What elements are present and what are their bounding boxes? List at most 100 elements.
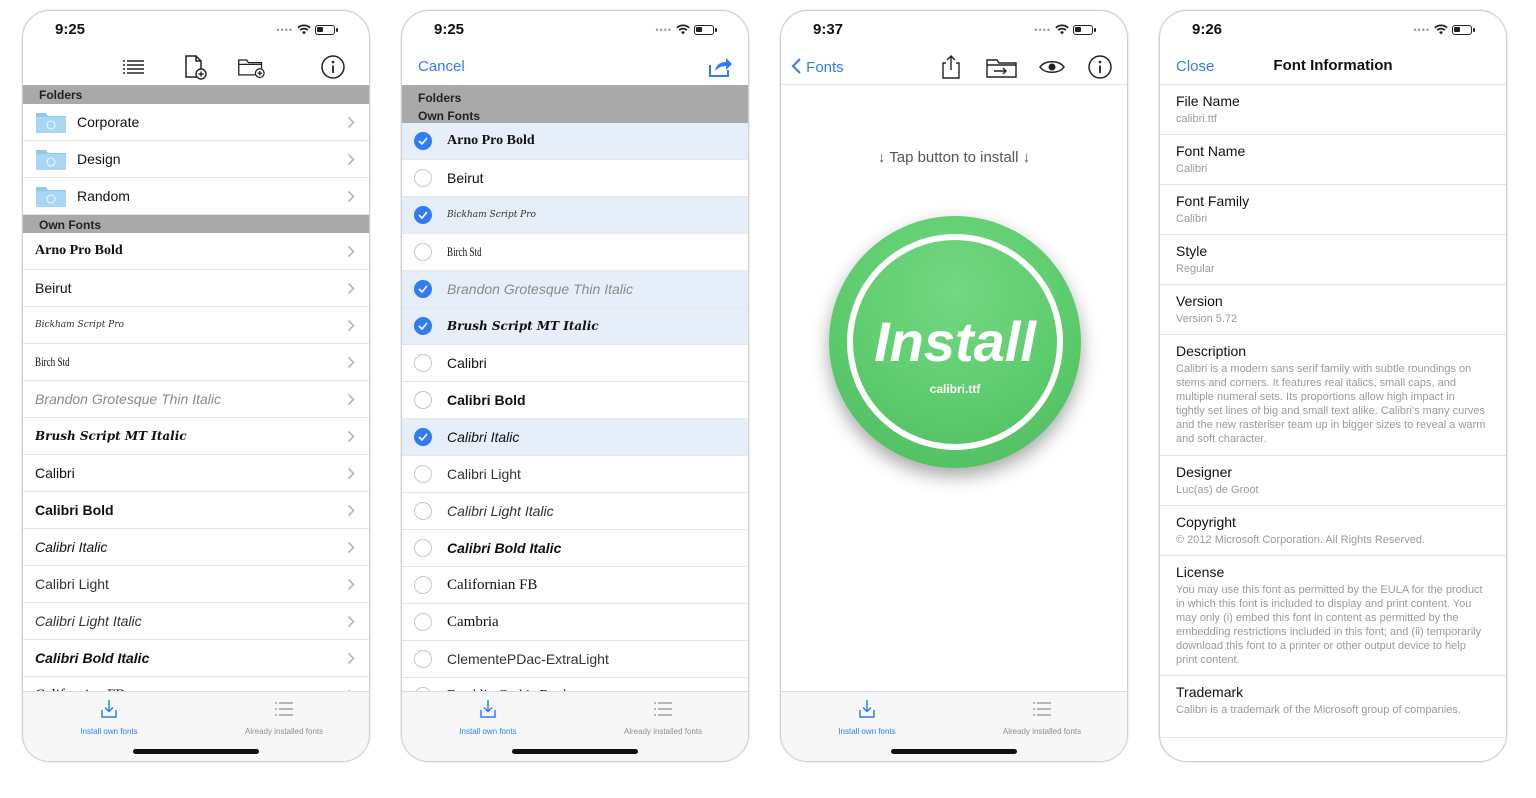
unchecked-circle-icon[interactable]	[414, 650, 432, 668]
font-name: Bickham Script Pro	[447, 210, 536, 220]
font-name: Brandon Grotesque Thin Italic	[447, 281, 633, 297]
checkmark-icon[interactable]	[414, 206, 432, 224]
font-name: Beirut	[447, 170, 484, 186]
home-indicator	[891, 749, 1017, 754]
tab-install-own-fonts[interactable]: Install own fonts	[24, 698, 194, 736]
selectable-font-row[interactable]: Bickham Script Pro	[402, 197, 748, 234]
selectable-font-row[interactable]: Beirut	[402, 160, 748, 197]
selectable-font-row[interactable]: Brush Script MT Italic	[402, 308, 748, 345]
unchecked-circle-icon[interactable]	[414, 465, 432, 483]
selectable-font-row[interactable]: Arno Pro Bold	[402, 123, 748, 160]
folder-row[interactable]: Design	[23, 141, 369, 178]
battery-icon	[694, 24, 717, 35]
folder-row[interactable]: Corporate	[23, 104, 369, 141]
font-row[interactable]: Calibri Bold	[23, 492, 369, 529]
unchecked-circle-icon[interactable]	[414, 169, 432, 187]
checkmark-icon[interactable]	[414, 428, 432, 446]
selectable-font-row[interactable]: Birch Std	[402, 234, 748, 271]
info-icon[interactable]	[1086, 53, 1114, 81]
font-row[interactable]: Calibri Light	[23, 566, 369, 603]
font-row[interactable]: Birch Std	[23, 344, 369, 381]
back-button[interactable]: Fonts	[791, 58, 844, 76]
phone-font-information: 9:26 •••• Close Font Information File Na…	[1159, 10, 1507, 762]
selectable-font-row[interactable]: Californian FB	[402, 567, 748, 604]
info-value: Luc(as) de Groot	[1176, 484, 1259, 496]
folder-name: Corporate	[77, 114, 140, 130]
new-file-icon[interactable]	[181, 53, 209, 81]
font-row[interactable]: Calibri Light Italic	[23, 603, 369, 640]
folder-row[interactable]: Random	[23, 178, 369, 215]
unchecked-circle-icon[interactable]	[414, 576, 432, 594]
selectable-font-row[interactable]: Calibri Light Italic	[402, 493, 748, 530]
font-row[interactable]: Bickham Script Pro	[23, 307, 369, 344]
selectable-font-row[interactable]: Calibri Italic	[402, 419, 748, 456]
section-header-folders: Folders	[23, 85, 369, 104]
selectable-font-row[interactable]: Brandon Grotesque Thin Italic	[402, 271, 748, 308]
font-row[interactable]: Arno Pro Bold	[23, 233, 369, 270]
list-icon[interactable]	[119, 53, 147, 81]
unchecked-circle-icon[interactable]	[414, 539, 432, 557]
font-row[interactable]: Beirut	[23, 270, 369, 307]
move-to-folder-icon[interactable]	[985, 53, 1019, 81]
page-title: Font Information	[1273, 57, 1393, 74]
font-row[interactable]: Calibri	[23, 455, 369, 492]
selectable-font-row[interactable]: Calibri Bold	[402, 382, 748, 419]
info-key: Font Name	[1176, 143, 1246, 159]
font-row[interactable]: Brandon Grotesque Thin Italic	[23, 381, 369, 418]
font-name: Brush Script MT Italic	[447, 319, 599, 333]
folder-name: Random	[77, 188, 130, 204]
font-row[interactable]: Calibri Bold Italic	[23, 640, 369, 677]
chevron-right-icon	[347, 652, 355, 665]
tab-label: Install own fonts	[80, 727, 138, 736]
list-icon	[1033, 702, 1051, 716]
unchecked-circle-icon[interactable]	[414, 502, 432, 520]
info-icon[interactable]	[319, 53, 347, 81]
selectable-font-row[interactable]: Calibri	[402, 345, 748, 382]
info-item: Description Calibri is a modern sans seri…	[1160, 335, 1506, 456]
folder-icon	[36, 113, 66, 133]
unchecked-circle-icon[interactable]	[414, 354, 432, 372]
status-time: 9:25	[434, 21, 465, 38]
info-item: File Name calibri.ttf	[1160, 85, 1506, 135]
tab-install-own-fonts[interactable]: Install own fonts	[403, 698, 573, 736]
unchecked-circle-icon[interactable]	[414, 613, 432, 631]
status-bar: 9:25 ••••	[402, 11, 748, 51]
share-icon[interactable]	[706, 53, 734, 81]
chevron-right-icon	[347, 467, 355, 480]
selectable-font-row[interactable]: Calibri Bold Italic	[402, 530, 748, 567]
battery-icon	[315, 24, 338, 35]
checkmark-icon[interactable]	[414, 317, 432, 335]
info-value: You may use this font as permitted by th…	[1176, 584, 1483, 666]
info-value: Version 5.72	[1176, 313, 1238, 325]
checkmark-icon[interactable]	[414, 280, 432, 298]
info-item: Version Version 5.72	[1160, 285, 1506, 335]
font-row[interactable]: Brush Script MT Italic	[23, 418, 369, 455]
download-tray-icon	[480, 700, 496, 718]
checkmark-icon[interactable]	[414, 132, 432, 150]
eye-icon[interactable]	[1037, 53, 1067, 81]
unchecked-circle-icon[interactable]	[414, 243, 432, 261]
status-bar: 9:37 ••••	[781, 11, 1127, 51]
tab-already-installed-fonts[interactable]: Already installed fonts	[957, 698, 1127, 736]
tab-install-own-fonts[interactable]: Install own fonts	[782, 698, 952, 736]
font-row[interactable]: Calibri Italic	[23, 529, 369, 566]
tab-already-installed-fonts[interactable]: Already installed fonts	[199, 698, 369, 736]
export-icon[interactable]	[937, 53, 965, 81]
chevron-left-icon	[791, 58, 801, 74]
info-item: Font Family Calibri	[1160, 185, 1506, 235]
selectable-font-row[interactable]: Cambria	[402, 604, 748, 641]
font-name: Arno Pro Bold	[447, 133, 535, 148]
cancel-button[interactable]: Cancel	[418, 58, 465, 75]
info-item: Copyright © 2012 Microsoft Corporation. A…	[1160, 506, 1506, 556]
status-bar: 9:25 ••••	[23, 11, 369, 51]
selectable-font-row[interactable]: Calibri Light	[402, 456, 748, 493]
status-time: 9:25	[55, 21, 86, 38]
tab-already-installed-fonts[interactable]: Already installed fonts	[578, 698, 748, 736]
selectable-font-row[interactable]: ClementePDac-ExtraLight	[402, 641, 748, 678]
new-folder-icon[interactable]	[237, 53, 265, 81]
unchecked-circle-icon[interactable]	[414, 391, 432, 409]
font-name: ClementePDac-ExtraLight	[447, 651, 609, 667]
info-value: Regular	[1176, 263, 1215, 275]
info-key: Designer	[1176, 464, 1233, 480]
install-button[interactable]: Install calibri.ttf	[829, 216, 1081, 468]
